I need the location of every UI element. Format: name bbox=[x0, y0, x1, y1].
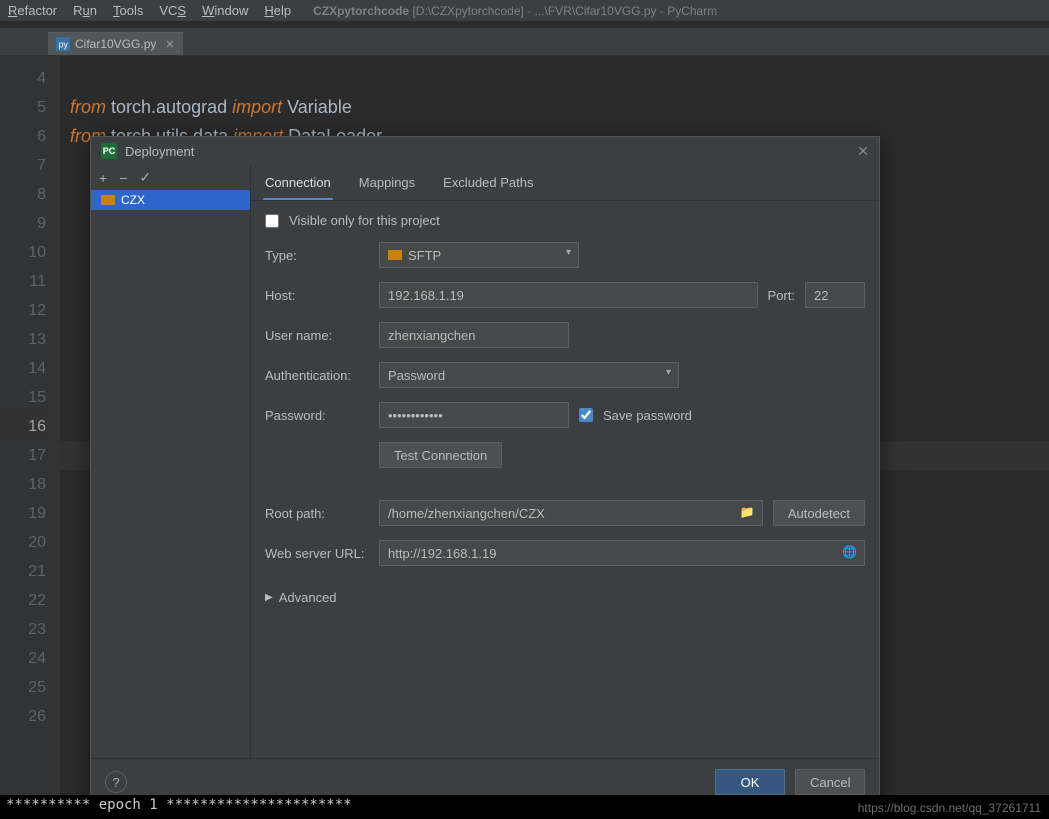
auth-select[interactable]: Password bbox=[379, 362, 679, 388]
advanced-expander[interactable]: ▶ Advanced bbox=[265, 590, 865, 605]
dialog-tabs: Connection Mappings Excluded Paths bbox=[251, 165, 879, 201]
sftp-icon bbox=[388, 250, 402, 260]
tab-connection[interactable]: Connection bbox=[263, 171, 333, 200]
web-url-label: Web server URL: bbox=[265, 546, 369, 561]
menu-vcs[interactable]: VCS bbox=[155, 1, 190, 20]
sftp-icon bbox=[101, 195, 115, 205]
menu-help[interactable]: Help bbox=[260, 1, 295, 20]
pycharm-icon: PC bbox=[101, 143, 117, 159]
host-input[interactable] bbox=[379, 282, 758, 308]
menu-window[interactable]: Window bbox=[198, 1, 252, 20]
ok-button[interactable]: OK bbox=[715, 769, 785, 795]
deployment-dialog: PC Deployment ✕ + − ✓ CZX Connection Map… bbox=[90, 136, 880, 806]
help-button[interactable]: ? bbox=[105, 771, 127, 793]
close-icon[interactable]: ✕ bbox=[165, 38, 174, 51]
console-output: ********** epoch 1 *********************… bbox=[0, 795, 1049, 819]
dialog-title: Deployment bbox=[125, 144, 194, 159]
svg-text:py: py bbox=[59, 40, 69, 50]
globe-icon[interactable]: 🌐 bbox=[842, 545, 857, 559]
editor-tab-label: Cifar10VGG.py bbox=[75, 37, 156, 51]
remove-button[interactable]: − bbox=[119, 170, 127, 186]
save-password-checkbox[interactable] bbox=[579, 408, 593, 422]
menubar: Refactor Run Tools VCS Window Help CZXpy… bbox=[0, 0, 1049, 22]
visible-only-checkbox[interactable] bbox=[265, 214, 279, 228]
menu-tools[interactable]: Tools bbox=[109, 1, 147, 20]
sidebar-item-server[interactable]: CZX bbox=[91, 190, 250, 210]
sidebar-toolbar: + − ✓ bbox=[91, 165, 250, 190]
editor-tabbar: py Cifar10VGG.py ✕ bbox=[0, 28, 1049, 56]
port-input[interactable] bbox=[805, 282, 865, 308]
tab-excluded-paths[interactable]: Excluded Paths bbox=[441, 171, 535, 200]
web-url-input[interactable] bbox=[379, 540, 865, 566]
title-project: CZXpytorchcode [D:\CZXpytorchcode] - ...… bbox=[313, 4, 717, 18]
python-file-icon: py bbox=[56, 37, 70, 51]
editor-gutter: 4567891011121314151617181920212223242526 bbox=[0, 56, 60, 819]
tab-mappings[interactable]: Mappings bbox=[357, 171, 417, 200]
auth-label: Authentication: bbox=[265, 368, 369, 383]
root-path-label: Root path: bbox=[265, 506, 369, 521]
username-label: User name: bbox=[265, 328, 369, 343]
autodetect-button[interactable]: Autodetect bbox=[773, 500, 865, 526]
folder-icon[interactable]: 📁 bbox=[740, 505, 755, 519]
dialog-titlebar: PC Deployment ✕ bbox=[91, 137, 879, 165]
apply-icon[interactable]: ✓ bbox=[139, 169, 151, 186]
visible-only-label: Visible only for this project bbox=[289, 213, 440, 228]
menu-refactor[interactable]: Refactor bbox=[4, 1, 61, 20]
username-input[interactable] bbox=[379, 322, 569, 348]
close-icon[interactable]: ✕ bbox=[857, 143, 869, 160]
host-label: Host: bbox=[265, 288, 369, 303]
root-path-input[interactable] bbox=[379, 500, 763, 526]
password-input[interactable] bbox=[379, 402, 569, 428]
test-connection-button[interactable]: Test Connection bbox=[379, 442, 502, 468]
type-select[interactable]: SFTP bbox=[379, 242, 579, 268]
menu-run[interactable]: Run bbox=[69, 1, 101, 20]
cancel-button[interactable]: Cancel bbox=[795, 769, 865, 795]
editor-tab[interactable]: py Cifar10VGG.py ✕ bbox=[48, 32, 183, 55]
connection-form: Visible only for this project Type: SFTP… bbox=[251, 201, 879, 617]
chevron-right-icon: ▶ bbox=[265, 592, 273, 603]
dialog-sidebar: + − ✓ CZX bbox=[91, 165, 251, 758]
port-label: Port: bbox=[768, 288, 795, 303]
add-button[interactable]: + bbox=[99, 170, 107, 186]
password-label: Password: bbox=[265, 408, 369, 423]
save-password-label: Save password bbox=[603, 408, 692, 423]
server-name: CZX bbox=[121, 193, 145, 207]
dialog-main: Connection Mappings Excluded Paths Visib… bbox=[251, 165, 879, 758]
type-label: Type: bbox=[265, 248, 369, 263]
